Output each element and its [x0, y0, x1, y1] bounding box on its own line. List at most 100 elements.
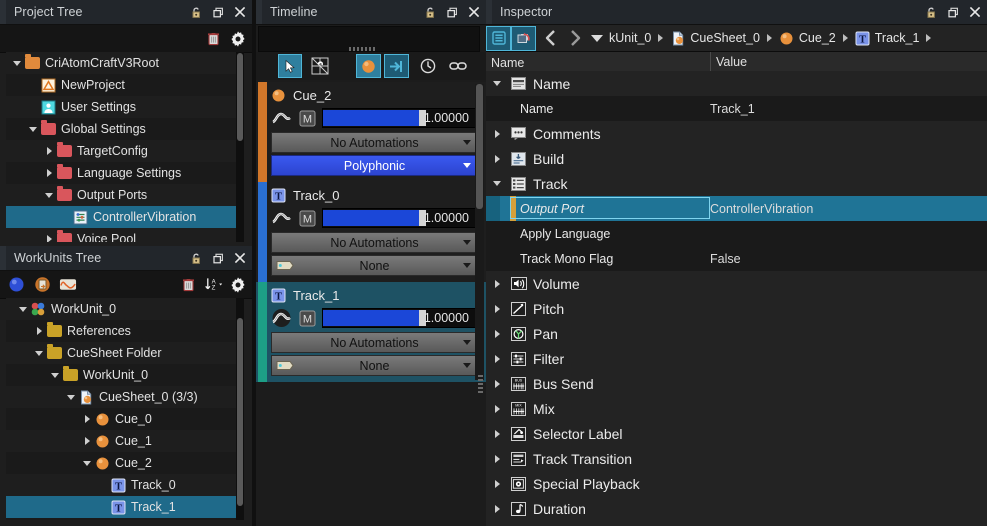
list-view-button[interactable] [486, 25, 511, 51]
lock-icon[interactable] [188, 4, 204, 20]
twisty-collapsed[interactable] [42, 144, 56, 158]
inspector-row[interactable]: Track [486, 171, 987, 196]
tree-item[interactable]: Language Settings [6, 162, 244, 184]
waveform-icon[interactable] [59, 276, 77, 294]
snap-toggle[interactable] [384, 54, 409, 78]
inspector-row[interactable]: Information [486, 521, 987, 526]
clock-toggle[interactable] [416, 54, 440, 78]
timeline-scrollbar[interactable] [475, 84, 484, 380]
lane-volume-slider[interactable]: 1.00000 [322, 208, 476, 228]
inspector-row-selected[interactable]: Output Port ControllerVibration [486, 196, 987, 221]
timeline-ruler[interactable] [258, 26, 480, 52]
inspector-row-value[interactable]: ControllerVibration [710, 202, 813, 216]
timeline-lane[interactable]: T Track_0 M 1.00000 No Automations None [256, 182, 486, 282]
workunits-tree-scrollbar[interactable] [236, 298, 244, 520]
tree-item[interactable]: WorkUnit_0 [6, 298, 244, 320]
mute-icon[interactable]: M [297, 210, 317, 226]
tree-item[interactable]: CueSheet_0 (3/3) [6, 386, 244, 408]
tree-item[interactable]: NewProject [6, 74, 244, 96]
restore-icon[interactable] [210, 4, 226, 20]
twisty-collapsed[interactable] [32, 324, 46, 338]
twisty-expanded[interactable] [26, 122, 40, 136]
tree-item[interactable]: ControllerVibration [6, 206, 244, 228]
inspector-row[interactable]: Track Transition [486, 446, 987, 471]
twisty-collapsed[interactable] [80, 412, 94, 426]
twisty-expanded[interactable] [42, 188, 56, 202]
twisty-expanded[interactable] [80, 456, 94, 470]
inspector-row[interactable]: MIX Mix [486, 396, 987, 421]
tree-item[interactable]: Global Settings [6, 118, 244, 140]
inspector-row[interactable]: BUS Bus Send [486, 371, 987, 396]
inspector-row[interactable]: Apply Language [486, 221, 987, 246]
tree-item[interactable]: Cue_1 [6, 430, 244, 452]
twisty-expanded[interactable] [48, 368, 62, 382]
back-icon[interactable] [539, 26, 563, 51]
lane-volume-slider[interactable]: 1.00000 [322, 308, 476, 328]
history-dropdown-icon[interactable] [587, 26, 607, 51]
inspector-rows[interactable]: Name Name Track_1 Comments Build Track Output … [486, 71, 987, 526]
inspector-row[interactable]: Special Playback [486, 471, 987, 496]
workunits-tree-list[interactable]: WorkUnit_0 References CueSheet Folder WorkU… [6, 298, 244, 520]
lane-automation-select[interactable]: No Automations [271, 132, 478, 153]
tree-item[interactable]: References [6, 320, 244, 342]
restore-icon[interactable] [444, 4, 460, 20]
inspector-row[interactable]: Volume [486, 271, 987, 296]
inspector-row[interactable]: Track Mono Flag False [486, 246, 987, 271]
twisty-expanded[interactable] [490, 177, 504, 191]
new-workunit-icon[interactable] [33, 276, 51, 294]
tree-item[interactable]: CueSheet Folder [6, 342, 244, 364]
lane-automation-select[interactable]: No Automations [271, 232, 478, 253]
lock-icon[interactable] [923, 4, 939, 20]
revert-button[interactable] [511, 25, 536, 51]
lock-icon[interactable] [422, 4, 438, 20]
envelope-tool-button[interactable] [308, 54, 332, 78]
project-tree-list[interactable]: CriAtomCraftV3Root NewProject User Setting… [6, 52, 244, 242]
inspector-row[interactable]: Pan [486, 321, 987, 346]
inspector-row-value[interactable]: False [710, 252, 741, 266]
restore-icon[interactable] [945, 4, 961, 20]
tree-item[interactable]: WorkUnit_0 [6, 364, 244, 386]
lane-automation-select[interactable]: No Automations [271, 332, 478, 353]
tree-item[interactable]: T Track_0 [6, 474, 244, 496]
inspector-row[interactable]: Comments [486, 121, 987, 146]
twisty-collapsed[interactable] [80, 434, 94, 448]
gear-icon[interactable] [229, 276, 247, 294]
twisty-expanded[interactable] [64, 390, 78, 404]
inspector-row[interactable]: Name Track_1 [486, 96, 987, 121]
blue-sphere-icon[interactable] [7, 276, 25, 294]
close-icon[interactable] [466, 4, 482, 20]
twisty-collapsed[interactable] [42, 166, 56, 180]
breadcrumb-item[interactable]: T Track_1 [855, 30, 919, 46]
twisty-expanded[interactable] [490, 77, 504, 91]
tree-item[interactable]: Cue_2 [6, 452, 244, 474]
twisty-collapsed[interactable] [490, 427, 504, 441]
close-icon[interactable] [967, 4, 983, 20]
twisty-collapsed[interactable] [490, 452, 504, 466]
lane-label-select[interactable]: None [271, 355, 478, 376]
timeline-resize-grip[interactable] [478, 375, 483, 395]
twisty-expanded[interactable] [10, 56, 24, 70]
inspector-row[interactable]: Name [486, 71, 987, 96]
trash-icon[interactable] [204, 30, 222, 48]
twisty-expanded[interactable] [32, 346, 46, 360]
breadcrumb-item[interactable]: CueSheet_0 [670, 30, 760, 46]
twisty-collapsed[interactable] [490, 352, 504, 366]
breadcrumb-item[interactable]: Cue_2 [779, 30, 836, 46]
gear-icon[interactable] [229, 30, 247, 48]
project-tree-scrollbar[interactable] [236, 52, 244, 242]
twisty-collapsed[interactable] [490, 327, 504, 341]
twisty-collapsed[interactable] [490, 277, 504, 291]
tree-item[interactable]: Output Ports [6, 184, 244, 206]
tree-item[interactable]: Voice Pool [6, 228, 244, 242]
twisty-collapsed[interactable] [490, 377, 504, 391]
inspector-row[interactable]: Selector Label [486, 421, 987, 446]
twisty-collapsed[interactable] [490, 477, 504, 491]
twisty-collapsed[interactable] [490, 502, 504, 516]
twisty-collapsed[interactable] [490, 302, 504, 316]
twisty-expanded[interactable] [16, 302, 30, 316]
mute-icon[interactable]: M [297, 110, 317, 126]
tree-item[interactable]: T Track_1 [6, 496, 244, 518]
inspector-row-value[interactable]: Track_1 [710, 102, 755, 116]
tree-item[interactable]: Cue_0 [6, 408, 244, 430]
select-tool-button[interactable] [278, 54, 302, 78]
